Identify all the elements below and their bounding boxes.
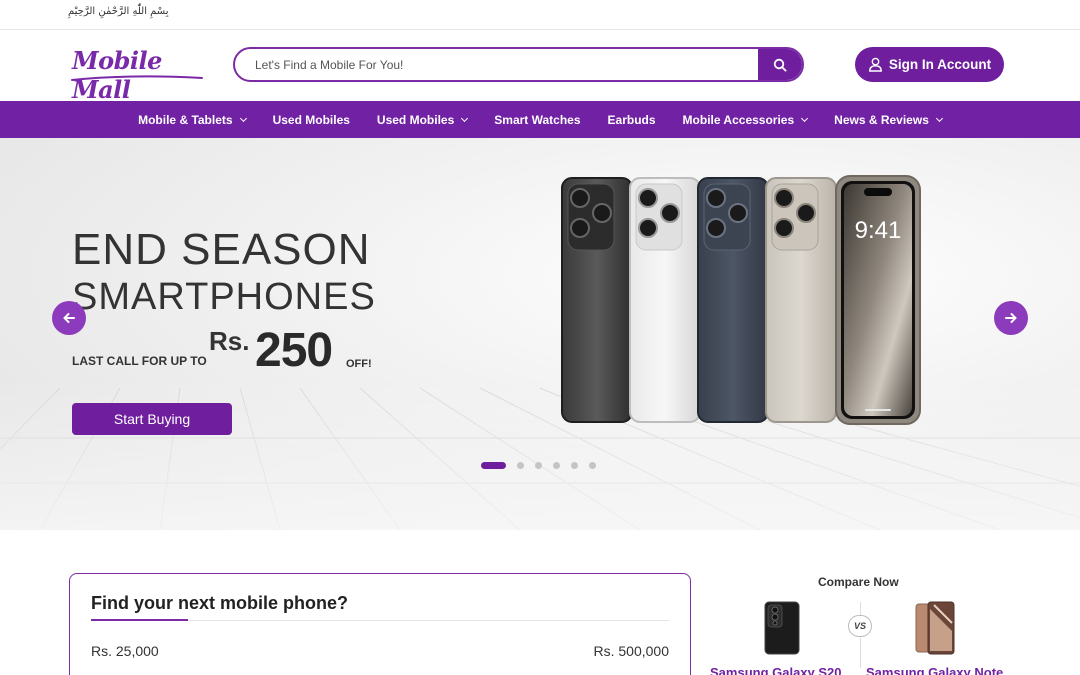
search-button[interactable] <box>758 49 802 80</box>
nav-label: Used Mobiles <box>376 112 455 127</box>
start-buying-button[interactable]: Start Buying <box>72 403 232 435</box>
sign-in-button[interactable]: Sign In Account <box>855 47 1004 82</box>
slider-dot-2[interactable] <box>517 462 524 469</box>
vs-badge: VS <box>848 615 872 637</box>
main-nav: Mobile & Tablets Used Mobiles Used Mobil… <box>0 101 1080 138</box>
hero-off-label: OFF! <box>346 358 372 370</box>
compare-phone-b-name[interactable]: Samsung Galaxy Note <box>866 665 1003 675</box>
nav-label: Mobile Accessories <box>682 112 795 127</box>
phone-finder-card: Find your next mobile phone? Rs. 25,000 … <box>69 573 691 675</box>
arrow-right-icon <box>1005 313 1017 323</box>
compare-phone-a-name[interactable]: Samsung Galaxy S20 <box>710 665 842 675</box>
nav-item-news-reviews[interactable]: News & Reviews <box>821 101 956 138</box>
slider-dot-6[interactable] <box>589 462 596 469</box>
sign-in-label: Sign In Account <box>888 57 992 72</box>
nav-label: News & Reviews <box>834 112 929 127</box>
logo-swoosh <box>71 75 203 81</box>
finder-title-underline <box>91 619 188 621</box>
finder-divider <box>188 620 669 621</box>
arrow-left-icon <box>63 313 75 323</box>
nav-label: Used Mobiles <box>272 112 350 127</box>
search-bar <box>233 47 804 82</box>
slider-dot-1[interactable] <box>481 462 506 469</box>
user-icon <box>868 57 882 72</box>
slider-dots <box>481 462 596 469</box>
nav-item-mobile-tablets[interactable]: Mobile & Tablets <box>125 101 259 138</box>
slider-dot-3[interactable] <box>535 462 542 469</box>
hero-currency: Rs. <box>209 326 250 356</box>
hero-title-line1: END SEASON <box>72 225 371 274</box>
hero-phones-image: 9:41 <box>561 175 921 425</box>
chevron-down-icon <box>801 114 809 122</box>
nav-label: Mobile & Tablets <box>138 112 233 127</box>
hero-subtitle: LAST CALL FOR UP TO <box>72 354 207 368</box>
slider-prev-button[interactable] <box>52 301 86 335</box>
search-icon <box>773 58 787 72</box>
nav-item-smart-watches[interactable]: Smart Watches <box>481 101 594 138</box>
phone-screen-time: 9:41 <box>855 217 902 244</box>
chevron-down-icon <box>239 114 247 122</box>
hero-title-line2: SMARTPHONES <box>72 276 376 318</box>
nav-item-used-mobiles-dropdown[interactable]: Used Mobiles <box>363 101 480 138</box>
hero-amount: 250 <box>255 324 333 377</box>
nav-label: Earbuds <box>607 112 656 127</box>
bismillah-text: بِسْمِ اللّٰهِ الرَّحْمٰنِ الرَّحِیْمِ <box>68 6 169 17</box>
slider-next-button[interactable] <box>994 301 1028 335</box>
nav-item-earbuds[interactable]: Earbuds <box>594 101 669 138</box>
finder-title: Find your next mobile phone? <box>91 593 349 613</box>
nav-label: Smart Watches <box>494 112 581 127</box>
chevron-down-icon <box>935 114 943 122</box>
search-input[interactable] <box>235 49 760 80</box>
compare-phone-b-image[interactable] <box>914 601 956 655</box>
nav-item-used-mobiles[interactable]: Used Mobiles <box>259 101 363 138</box>
slider-dot-5[interactable] <box>571 462 578 469</box>
price-range-max: Rs. 500,000 <box>593 643 670 659</box>
top-strip: بِسْمِ اللّٰهِ الرَّحْمٰنِ الرَّحِیْمِ <box>0 0 1080 30</box>
price-range-min: Rs. 25,000 <box>91 643 159 659</box>
site-header: Mobile Mall Sign In Account <box>0 30 1080 104</box>
chevron-down-icon <box>461 114 469 122</box>
nav-item-mobile-accessories[interactable]: Mobile Accessories <box>669 101 821 138</box>
compare-divider-bottom <box>860 638 861 668</box>
compare-phone-a-image[interactable] <box>762 601 802 655</box>
hero-slider: END SEASON SMARTPHONES LAST CALL FOR UP … <box>0 138 1080 530</box>
compare-title: Compare Now <box>818 575 899 589</box>
slider-dot-4[interactable] <box>553 462 560 469</box>
site-logo[interactable]: Mobile Mall <box>70 44 204 104</box>
compare-divider-top <box>860 602 861 615</box>
